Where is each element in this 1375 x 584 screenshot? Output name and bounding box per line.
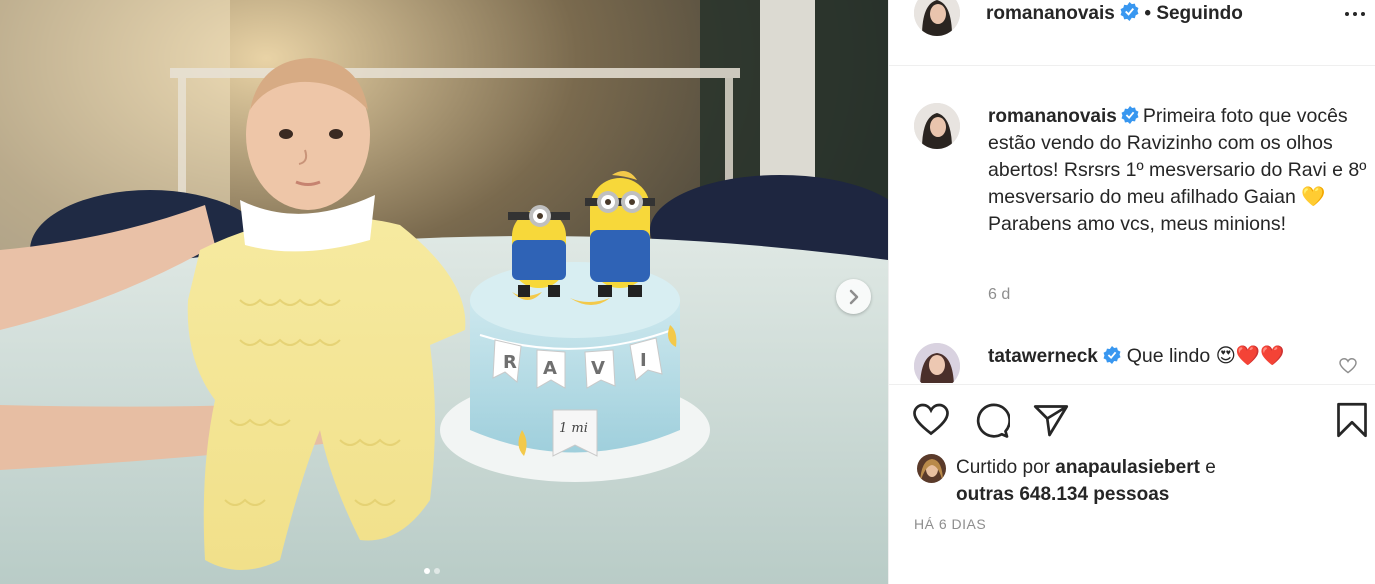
carousel-next-button[interactable] xyxy=(836,279,871,314)
bookmark-icon[interactable] xyxy=(1334,402,1370,438)
liker-avatar[interactable] xyxy=(917,454,946,483)
paper-plane-icon[interactable] xyxy=(1033,402,1069,438)
chevron-right-icon xyxy=(849,289,858,304)
author-username[interactable]: romananovais xyxy=(986,3,1115,24)
likes-prefix: Curtido por xyxy=(956,457,1050,478)
caption-age[interactable]: 6 d xyxy=(988,286,1010,304)
banner-letter-1: A xyxy=(543,358,557,379)
carousel-dot-1 xyxy=(424,568,430,574)
action-bar xyxy=(889,384,1375,456)
carousel-dots xyxy=(424,568,440,574)
header-row: romananovais • Seguindo xyxy=(986,2,1243,26)
author-avatar[interactable] xyxy=(914,0,960,36)
comment-item: tatawerneck Que lindo 😍❤️❤️ xyxy=(988,343,1348,370)
post-photo: R A V I 1 mi xyxy=(0,0,888,584)
comment-like-heart-icon[interactable] xyxy=(1339,358,1357,374)
banner-letter-2: V xyxy=(591,358,605,379)
post-timestamp[interactable]: HÁ 6 DIAS xyxy=(914,516,986,532)
likes-summary: Curtido por anapaulasiebert e outras 648… xyxy=(956,454,1356,508)
more-options-icon[interactable] xyxy=(1344,4,1366,24)
verified-badge-icon xyxy=(1121,106,1139,124)
banner-letter-0: R xyxy=(503,352,517,373)
caption-author-username[interactable]: romananovais xyxy=(988,106,1117,127)
comment-text: Que lindo 😍❤️❤️ xyxy=(1126,345,1285,367)
commenter-avatar[interactable] xyxy=(914,343,960,383)
follow-status[interactable]: • Seguindo xyxy=(1144,3,1242,24)
verified-badge-icon xyxy=(1103,346,1121,364)
cake-tag-text: 1 mi xyxy=(559,421,588,436)
post-side-panel: romananovais • Seguindo romananovais Pri… xyxy=(888,0,1375,584)
heart-outline-icon[interactable] xyxy=(913,402,949,438)
commenter-username[interactable]: tatawerneck xyxy=(988,346,1098,367)
caption-author-avatar[interactable] xyxy=(914,103,960,149)
post-media[interactable]: R A V I 1 mi xyxy=(0,0,888,584)
speech-bubble-icon[interactable] xyxy=(974,402,1010,438)
comments-list[interactable]: romananovais Primeira foto que vocês est… xyxy=(889,67,1375,383)
post-caption: romananovais Primeira foto que vocês est… xyxy=(988,103,1368,238)
banner-letter-3: I xyxy=(640,350,647,371)
likes-count-link[interactable]: outras 648.134 pessoas xyxy=(956,484,1169,505)
likes-conjunction: e xyxy=(1205,457,1216,478)
carousel-dot-2 xyxy=(434,568,440,574)
verified-badge-icon xyxy=(1120,2,1139,21)
liker-username[interactable]: anapaulasiebert xyxy=(1055,457,1200,478)
post-header: romananovais • Seguindo xyxy=(889,0,1375,66)
